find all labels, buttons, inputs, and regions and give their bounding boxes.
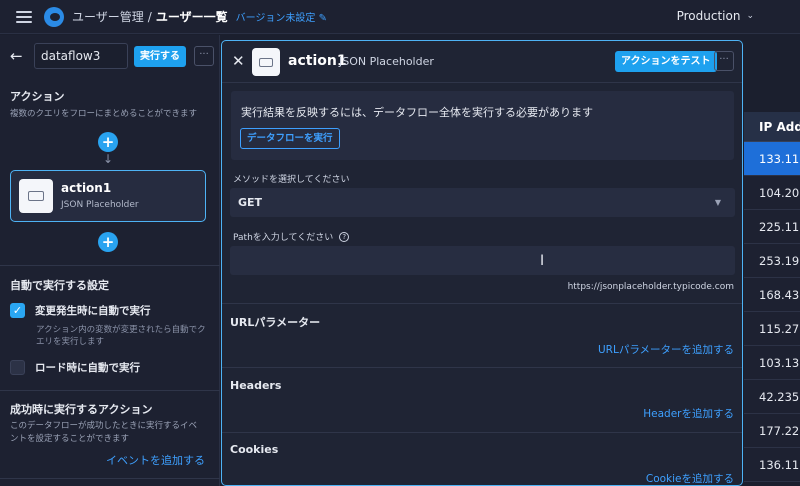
breadcrumb-separator: / (147, 9, 152, 24)
action-more-button[interactable]: ··· (714, 51, 734, 71)
url-params-title: URLパラメーター (230, 316, 321, 329)
test-action-button[interactable]: アクションをテスト (615, 51, 717, 72)
edit-pencil-icon: ✎ (318, 13, 327, 24)
close-icon[interactable]: ✕ (232, 52, 245, 70)
run-button[interactable]: 実行する (134, 45, 186, 67)
help-icon[interactable]: ? (339, 231, 350, 242)
table-row[interactable]: 103.13 (744, 346, 800, 380)
auto-on-load-row[interactable]: ロード時に自動で実行 (10, 360, 140, 375)
method-select[interactable]: GET ▼ (230, 188, 735, 217)
api-icon (19, 179, 53, 213)
breadcrumb-parent[interactable]: ユーザー管理 (72, 8, 144, 25)
base-url: https://jsonplaceholder.typicode.com (567, 282, 734, 292)
method-value: GET (238, 196, 263, 209)
table-header-ip[interactable]: IP Add (744, 112, 800, 142)
auto-on-change-row[interactable]: ✓ 変更発生時に自動で実行 (10, 303, 151, 318)
add-url-param-link[interactable]: URLパラメーターを追加する (598, 342, 734, 357)
actions-title: アクション (10, 90, 65, 103)
table-row[interactable]: 253.19 (744, 244, 800, 278)
add-event-link[interactable]: イベントを追加する (106, 452, 205, 468)
arrow-down-icon: ↓ (103, 152, 114, 166)
table-row[interactable]: 42.235 (744, 380, 800, 414)
divider (222, 367, 742, 368)
divider (0, 265, 220, 266)
table-row[interactable]: 133.11 (744, 142, 800, 176)
more-options-button[interactable]: ··· (194, 46, 214, 66)
path-input[interactable] (230, 246, 735, 275)
auto-on-load-checkbox[interactable] (10, 360, 25, 375)
dataflow-name-input[interactable]: dataflow3 (34, 43, 128, 69)
action-title: action1 (288, 53, 347, 69)
api-icon (252, 48, 280, 76)
breadcrumb: ユーザー管理 / ユーザー一覧 バージョン未設定 ✎ (72, 8, 327, 25)
chevron-down-icon: ⌄ (746, 11, 754, 21)
divider (222, 303, 742, 304)
action-node-title: action1 (61, 181, 112, 195)
table-row[interactable]: 136.11 (744, 448, 800, 482)
auto-on-change-description: アクション内の変数が変更されたら自動でクエリを実行します (36, 325, 206, 347)
divider (0, 478, 220, 479)
auto-on-change-checkbox[interactable]: ✓ (10, 303, 25, 318)
path-label-text: Pathを入力してください (233, 233, 334, 243)
headers-title: Headers (230, 379, 282, 392)
hamburger-menu-icon[interactable] (16, 10, 32, 23)
rerun-notice: 実行結果を反映するには、データフロー全体を実行する必要があります データフローを… (231, 91, 734, 160)
rerun-notice-text: 実行結果を反映するには、データフロー全体を実行する必要があります (241, 106, 593, 119)
actions-description: 複数のクエリをフローにまとめることができます (10, 109, 198, 119)
version-label: バージョン未設定 (235, 13, 316, 24)
table-row[interactable]: 168.43 (744, 278, 800, 312)
add-action-below-button[interactable]: + (98, 232, 118, 252)
add-header-link[interactable]: Headerを追加する (643, 406, 734, 421)
action-editor-header: ✕ action1 JSON Placeholder アクションをテスト ··· (222, 41, 742, 83)
top-bar: ユーザー管理 / ユーザー一覧 バージョン未設定 ✎ Production ⌄ (0, 0, 800, 34)
add-action-above-button[interactable]: + (98, 132, 118, 152)
auto-run-title: 自動で実行する設定 (10, 279, 109, 292)
auto-on-change-label: 変更発生時に自動で実行 (35, 305, 151, 317)
divider (0, 390, 220, 391)
add-cookie-link[interactable]: Cookieを追加する (646, 471, 734, 485)
text-cursor-icon: I (540, 253, 545, 269)
path-label: Pathを入力してください ? (233, 230, 350, 243)
back-arrow-icon[interactable]: ← (10, 47, 26, 65)
method-label-text: メソッドを選択してください (233, 175, 350, 185)
environment-selector[interactable]: Production ⌄ (677, 9, 754, 23)
app-logo-icon (44, 6, 64, 27)
caret-down-icon: ▼ (714, 198, 721, 207)
success-actions-description: このデータフローが成功したときに実行するイベントを設定することができます (10, 421, 198, 444)
method-label: メソッドを選択してください (233, 172, 349, 185)
action-node-action1[interactable]: action1 JSON Placeholder (10, 170, 206, 222)
data-table: IP Add 133.11 104.20 225.11 253.19 168.4… (744, 112, 800, 482)
action-editor-panel: ✕ action1 JSON Placeholder アクションをテスト ···… (221, 40, 743, 486)
success-actions-title: 成功時に実行するアクション (10, 403, 153, 416)
run-dataflow-button[interactable]: データフローを実行 (240, 128, 340, 149)
action-node-subtitle: JSON Placeholder (61, 200, 139, 210)
cookies-title: Cookies (230, 443, 279, 456)
dataflow-sidebar: ← dataflow3 実行する ··· アクション 複数のクエリをフローにまと… (0, 35, 220, 486)
environment-label: Production (676, 9, 741, 23)
action-subtitle: JSON Placeholder (339, 55, 434, 68)
breadcrumb-current: ユーザー一覧 (155, 10, 228, 24)
auto-on-load-label: ロード時に自動で実行 (35, 362, 140, 374)
table-row[interactable]: 104.20 (744, 176, 800, 210)
table-row[interactable]: 177.22 (744, 414, 800, 448)
version-link[interactable]: バージョン未設定 ✎ (236, 9, 327, 24)
table-row[interactable]: 225.11 (744, 210, 800, 244)
divider (222, 432, 742, 433)
table-row[interactable]: 115.27 (744, 312, 800, 346)
